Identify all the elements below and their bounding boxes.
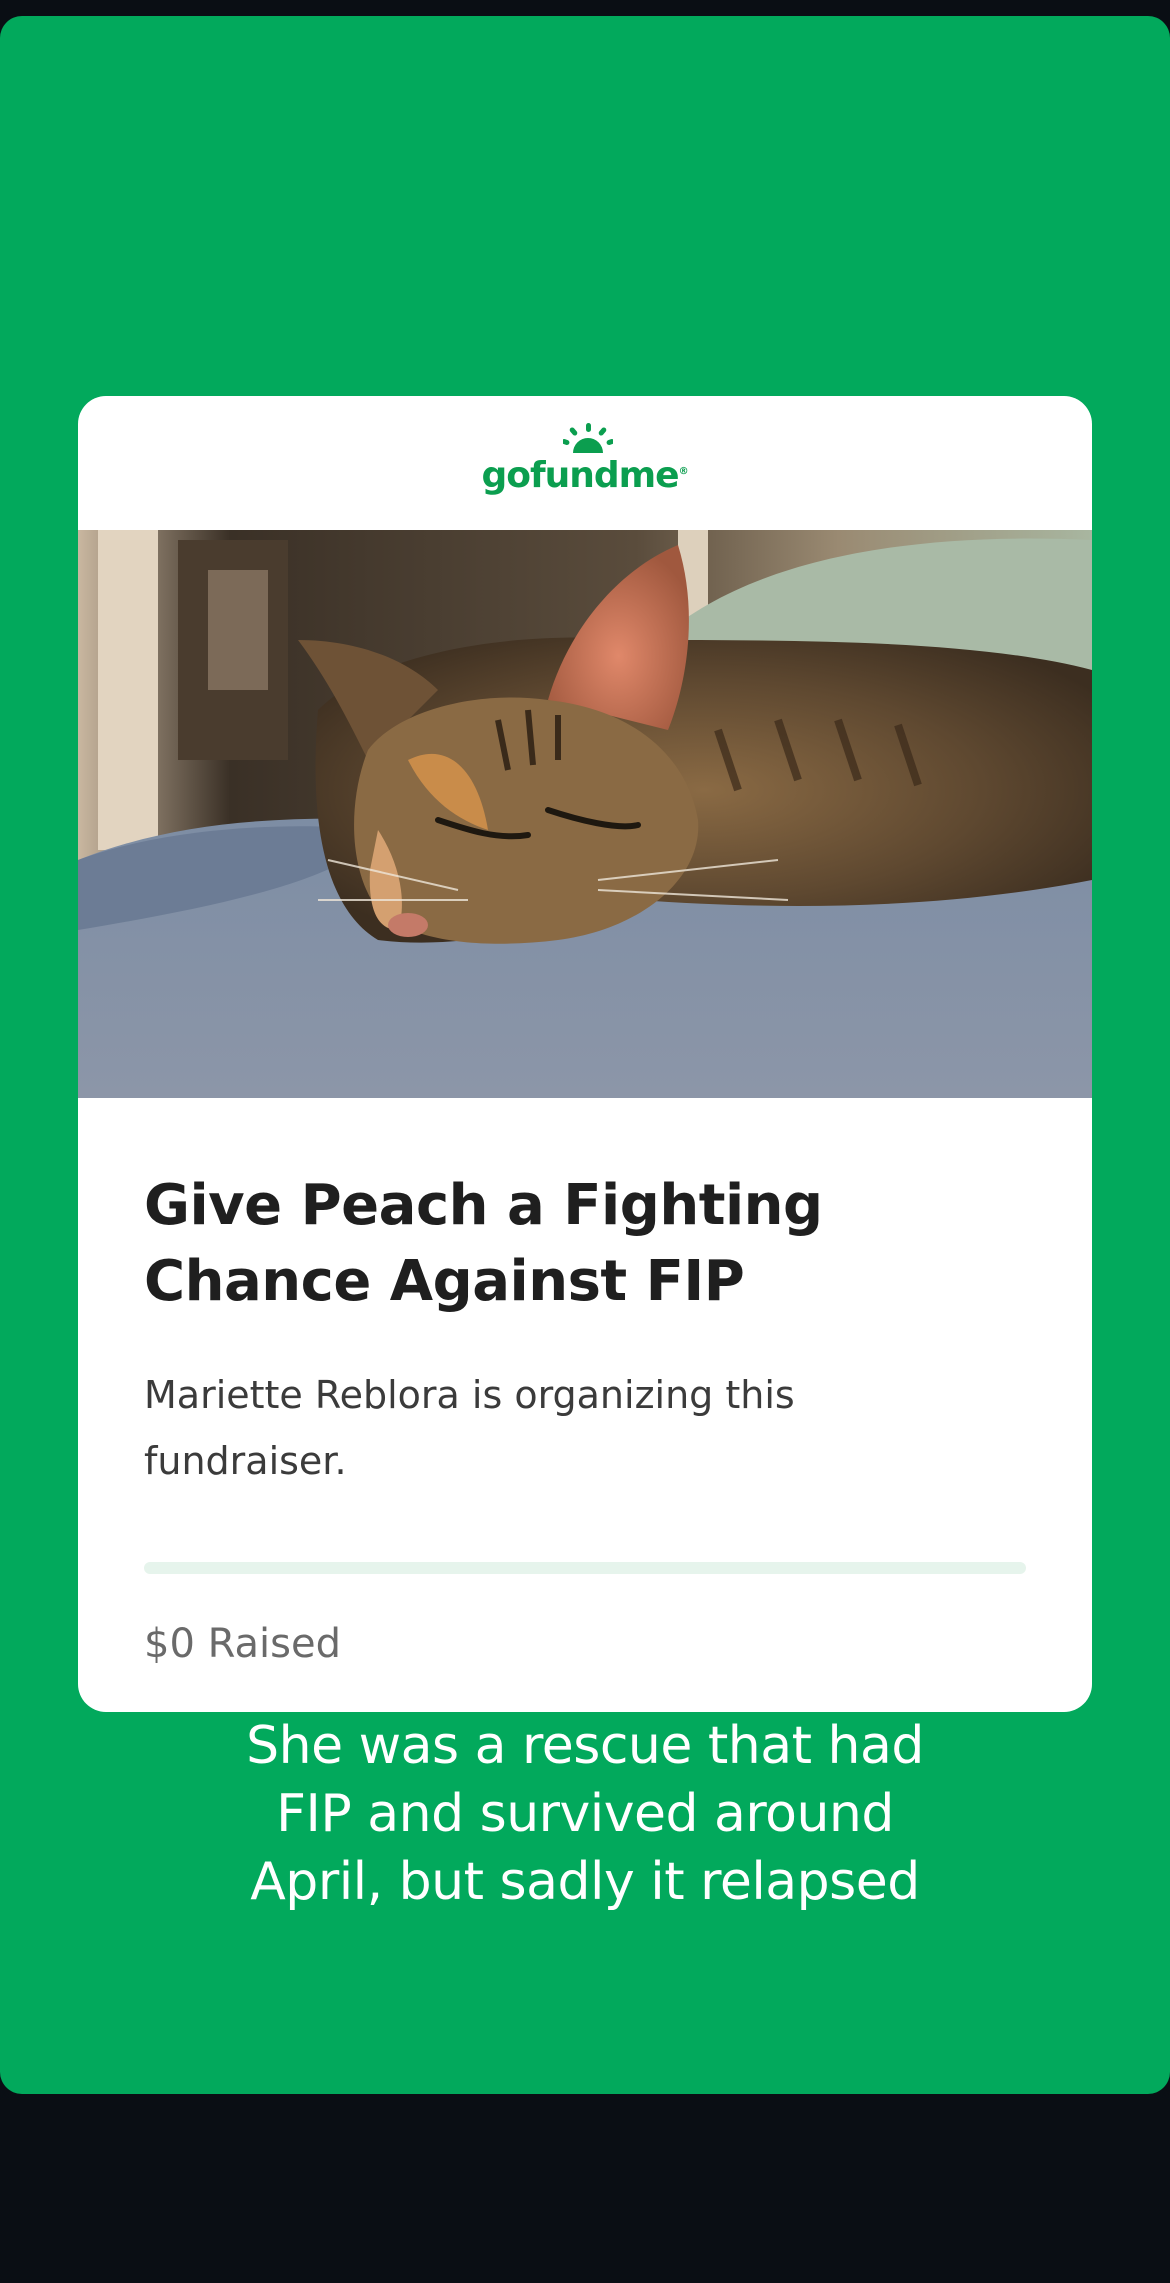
progress-bar [144, 1562, 1026, 1574]
caption-line: April, but sadly it relapsed [250, 1852, 920, 1912]
story-frame: gofundme® Give Peach a Fighting Chance A… [0, 16, 1170, 2094]
fundraiser-card[interactable]: gofundme® Give Peach a Fighting Chance A… [78, 396, 1092, 1712]
cat-photo[interactable] [78, 530, 1092, 1098]
card-header: gofundme® [78, 396, 1092, 530]
caption-line: She was a rescue that had [246, 1716, 924, 1776]
amount-raised: $0 Raised [144, 1621, 341, 1667]
story-caption: She was a rescue that had FIP and surviv… [0, 1712, 1170, 1916]
gofundme-logo: gofundme® [481, 422, 689, 496]
organizer-text: Mariette Reblora is organizing this fund… [144, 1373, 795, 1483]
gofundme-logo-text: gofundme [481, 454, 679, 496]
cat-photo-illustration [78, 530, 1092, 1098]
caption-line: FIP and survived around [276, 1784, 894, 1844]
fundraiser-title[interactable]: Give Peach a Fighting Chance Against FIP [144, 1168, 1024, 1320]
gofundme-sun-icon [563, 422, 614, 453]
